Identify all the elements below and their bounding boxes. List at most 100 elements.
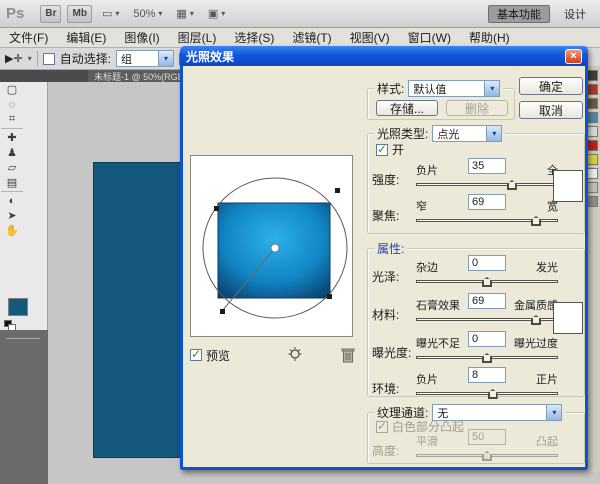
workspace-background xyxy=(0,330,48,484)
menu-help[interactable]: 帮助(H) xyxy=(460,29,519,46)
light-handle[interactable] xyxy=(327,294,332,299)
ambience-left-label: 负片 xyxy=(416,371,438,387)
exposure-value-field[interactable]: 0 xyxy=(468,331,506,347)
ambience-right-label: 正片 xyxy=(536,371,558,387)
menu-window[interactable]: 窗口(W) xyxy=(399,29,460,46)
material-value-field[interactable]: 69 xyxy=(468,293,506,309)
dock-panel-icon[interactable] xyxy=(587,112,598,123)
close-icon[interactable]: × xyxy=(565,49,582,64)
menu-edit[interactable]: 编辑(E) xyxy=(57,29,115,46)
dock-panel-icon[interactable] xyxy=(587,182,598,193)
focus-slider-thumb[interactable] xyxy=(531,216,541,226)
chevron-down-icon: ▾ xyxy=(484,81,499,96)
light-handle[interactable] xyxy=(335,188,340,193)
panel-dock-strip xyxy=(586,66,600,472)
focus-label: 聚焦: xyxy=(372,207,416,226)
workspace-essentials-button[interactable]: 基本功能 xyxy=(488,5,550,23)
arrange-documents-button[interactable]: ▦ ▾ xyxy=(172,7,197,20)
menu-image[interactable]: 图像(I) xyxy=(115,29,168,46)
gradient-tool[interactable]: ▤ xyxy=(0,175,24,190)
texture-group: 纹理通道: 无 ▾ 白色部分凸起 高度: 平滑 凸起 50 xyxy=(367,412,585,464)
light-bulb-icon[interactable] xyxy=(286,346,304,364)
dialog-title: 光照效果 xyxy=(186,48,234,65)
preview-checkbox[interactable] xyxy=(190,349,202,361)
dialog-title-bar[interactable]: 光照效果 × xyxy=(180,46,588,66)
focus-value-field[interactable]: 69 xyxy=(468,194,506,210)
light-type-dropdown[interactable]: 点光 ▾ xyxy=(432,125,502,142)
light-handle[interactable] xyxy=(220,309,225,314)
gloss-slider-thumb[interactable] xyxy=(482,277,492,287)
screen-mode-icon: ▣ xyxy=(208,7,218,20)
path-select-tool[interactable]: ➤ xyxy=(0,208,24,223)
light-on-checkbox[interactable] xyxy=(376,144,388,156)
toolbox-panel: ▢ ◌ ⌗ ✚ ♟ ▱ ▤ ◐ ➤ ✋ xyxy=(0,82,48,330)
dock-panel-icon[interactable] xyxy=(587,168,598,179)
menu-filter[interactable]: 滤镜(T) xyxy=(283,29,340,46)
dock-panel-icon[interactable] xyxy=(587,126,598,137)
material-slider-thumb[interactable] xyxy=(531,315,541,325)
foreground-color-swatch[interactable] xyxy=(8,298,28,316)
menu-view[interactable]: 视图(V) xyxy=(341,29,399,46)
auto-select-value: 组 xyxy=(121,51,132,67)
ambience-value-field[interactable]: 8 xyxy=(468,367,506,383)
intensity-slider-thumb[interactable] xyxy=(507,180,517,190)
intensity-left-label: 负片 xyxy=(416,162,438,178)
cancel-button[interactable]: 取消 xyxy=(519,101,583,119)
light-center-handle[interactable] xyxy=(271,244,279,252)
screen-mode-button[interactable]: ▣ ▾ xyxy=(204,7,229,20)
exposure-slider-thumb[interactable] xyxy=(482,353,492,363)
ambience-color-swatch[interactable] xyxy=(553,302,583,334)
menu-file[interactable]: 文件(F) xyxy=(0,29,57,46)
dock-panel-icon[interactable] xyxy=(587,154,598,165)
default-colors-icon[interactable] xyxy=(4,320,16,331)
ambience-label: 环境: xyxy=(372,380,416,399)
exposure-slider-track[interactable] xyxy=(416,352,558,363)
dock-panel-icon[interactable] xyxy=(587,70,598,81)
material-slider-track[interactable] xyxy=(416,314,558,325)
healing-brush-tool[interactable]: ✚ xyxy=(0,130,24,145)
menu-layer[interactable]: 图层(L) xyxy=(169,29,226,46)
save-style-button[interactable]: 存储... xyxy=(376,100,438,116)
marquee-tool[interactable]: ▢ xyxy=(0,82,24,97)
dock-panel-icon[interactable] xyxy=(587,140,598,151)
menu-select[interactable]: 选择(S) xyxy=(225,29,283,46)
auto-select-checkbox[interactable] xyxy=(43,53,55,65)
light-color-swatch[interactable] xyxy=(553,170,583,202)
dodge-tool[interactable]: ◐ xyxy=(0,193,24,208)
dock-panel-icon[interactable] xyxy=(587,98,598,109)
intensity-value-field[interactable]: 35 xyxy=(468,158,506,174)
style-dropdown[interactable]: 默认值 ▾ xyxy=(408,80,500,97)
dock-panel-icon[interactable] xyxy=(587,196,598,207)
clone-stamp-tool[interactable]: ♟ xyxy=(0,145,24,160)
application-bar: Ps Br Mb ▭ ▾ 50% ▾ ▦ ▾ ▣ ▾ 基本功能 设计 xyxy=(0,0,600,28)
chevron-down-icon: ▾ xyxy=(190,9,194,18)
gloss-value-field[interactable]: 0 xyxy=(468,255,506,271)
arrange-documents-icon: ▦ xyxy=(176,7,186,20)
workspace-design-button[interactable]: 设计 xyxy=(556,6,594,22)
crop-tool[interactable]: ⌗ xyxy=(0,112,24,127)
gloss-right-label: 发光 xyxy=(536,259,558,275)
eraser-tool[interactable]: ▱ xyxy=(0,160,24,175)
auto-select-dropdown[interactable]: 组 ▾ xyxy=(116,50,174,67)
mini-bridge-button[interactable]: Mb xyxy=(67,5,91,23)
trash-icon[interactable] xyxy=(340,346,356,364)
dock-panel-icon[interactable] xyxy=(587,84,598,95)
style-label: 样式: xyxy=(377,80,404,97)
bridge-button[interactable]: Br xyxy=(40,5,61,23)
view-extras-button[interactable]: ▭ ▾ xyxy=(98,7,123,20)
ambience-slider-track[interactable] xyxy=(416,388,558,399)
intensity-label: 强度: xyxy=(372,171,416,190)
material-right-label: 金属质感 xyxy=(514,297,558,313)
ambience-slider-thumb[interactable] xyxy=(488,389,498,399)
gloss-slider-track[interactable] xyxy=(416,276,558,287)
light-widget[interactable] xyxy=(191,156,352,336)
chevron-down-icon: ▾ xyxy=(221,9,225,18)
light-handle[interactable] xyxy=(214,206,219,211)
lasso-tool[interactable]: ◌ xyxy=(0,97,24,112)
focus-slider-track[interactable] xyxy=(416,215,558,226)
lighting-preview[interactable] xyxy=(190,155,353,337)
hand-tool[interactable]: ✋ xyxy=(0,223,24,238)
ok-button[interactable]: 确定 xyxy=(519,77,583,95)
intensity-slider-track[interactable] xyxy=(416,179,558,190)
zoom-level-dropdown[interactable]: 50% ▾ xyxy=(129,8,166,20)
